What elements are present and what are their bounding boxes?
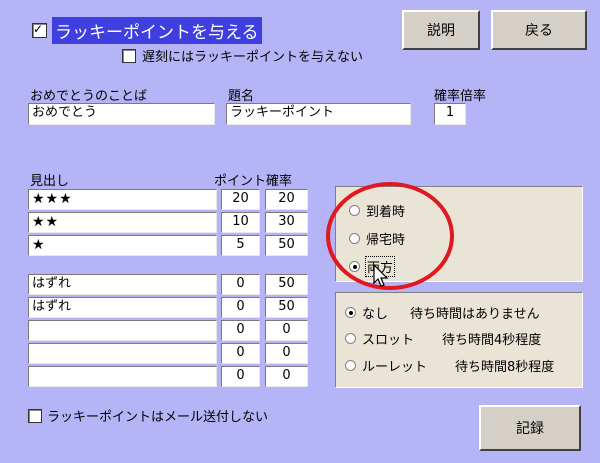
points-column-header: ポイント (214, 174, 267, 189)
row-8-probability-input[interactable]: 0 (265, 366, 308, 387)
back-button[interactable]: 戻る (491, 10, 587, 50)
radio-icon (345, 333, 356, 344)
wait-option-slot[interactable]: スロット 待ち時間4秒程度 (345, 329, 541, 348)
heading-column-header: 見出し (30, 174, 70, 189)
multiplier-field-label: 確率倍率 (434, 89, 487, 104)
late-no-point-checkbox[interactable] (122, 49, 136, 63)
row-4-points-input[interactable]: 0 (221, 274, 260, 295)
row-8-points-input[interactable]: 0 (221, 366, 260, 387)
row-7-probability-input[interactable]: 0 (265, 343, 308, 364)
congrats-field-label: おめでとうのことば (30, 89, 148, 104)
help-button[interactable]: 説明 (402, 10, 480, 50)
congrats-input[interactable]: おめでとう (28, 103, 215, 125)
wait-option-roulette-desc: 待ち時間8秒程度 (455, 360, 555, 375)
radio-selected-icon (345, 307, 356, 318)
row-5-points-input[interactable]: 0 (221, 297, 260, 318)
wait-option-slot-label: スロット (362, 333, 415, 348)
row-2-points-input[interactable]: 10 (221, 212, 260, 233)
lucky-point-enable-checkbox[interactable]: ✓ (32, 22, 47, 38)
row-2-probability-input[interactable]: 30 (265, 212, 308, 233)
row-7-heading-input[interactable] (28, 343, 217, 364)
title-field-label: 題名 (228, 89, 255, 104)
lucky-point-enable-label: ラッキーポイントを与える (52, 17, 262, 44)
no-mail-checkbox[interactable] (28, 409, 42, 423)
row-4-probability-input[interactable]: 50 (265, 274, 308, 295)
row-8-heading-input[interactable] (28, 366, 217, 387)
wait-option-none-desc: 待ち時間はありません (410, 307, 540, 322)
no-mail-label: ラッキーポイントはメール送付しない (47, 410, 269, 425)
row-1-heading-input[interactable]: ★★★ (28, 189, 217, 210)
row-6-heading-input[interactable] (28, 320, 217, 341)
wait-option-none[interactable]: なし 待ち時間はありません (345, 303, 540, 322)
row-1-points-input[interactable]: 20 (221, 189, 260, 210)
probability-column-header: 確率 (266, 174, 293, 189)
row-5-heading-input[interactable]: はずれ (28, 297, 217, 318)
late-no-point-label: 遅刻にはラッキーポイントを与えない (142, 50, 364, 65)
wait-option-slot-desc: 待ち時間4秒程度 (442, 333, 542, 348)
row-3-points-input[interactable]: 5 (221, 235, 260, 256)
row-5-probability-input[interactable]: 50 (265, 297, 308, 318)
wait-option-none-label: なし (362, 307, 389, 322)
title-input[interactable]: ラッキーポイント (226, 103, 411, 125)
row-7-points-input[interactable]: 0 (221, 343, 260, 364)
wait-option-roulette[interactable]: ルーレット 待ち時間8秒程度 (345, 356, 554, 375)
annotation-circle-icon (326, 182, 454, 290)
checkmark-icon: ✓ (33, 22, 44, 36)
row-1-probability-input[interactable]: 20 (265, 189, 308, 210)
row-6-probability-input[interactable]: 0 (265, 320, 308, 341)
record-button[interactable]: 記録 (479, 405, 581, 451)
row-4-heading-input[interactable]: はずれ (28, 274, 217, 295)
multiplier-input[interactable]: 1 (434, 103, 466, 125)
wait-option-roulette-label: ルーレット (362, 360, 428, 375)
row-6-points-input[interactable]: 0 (221, 320, 260, 341)
mouse-cursor-icon (373, 264, 389, 287)
radio-icon (345, 360, 356, 371)
row-3-heading-input[interactable]: ★ (28, 235, 217, 256)
row-2-heading-input[interactable]: ★★ (28, 212, 217, 233)
row-3-probability-input[interactable]: 50 (265, 235, 308, 256)
